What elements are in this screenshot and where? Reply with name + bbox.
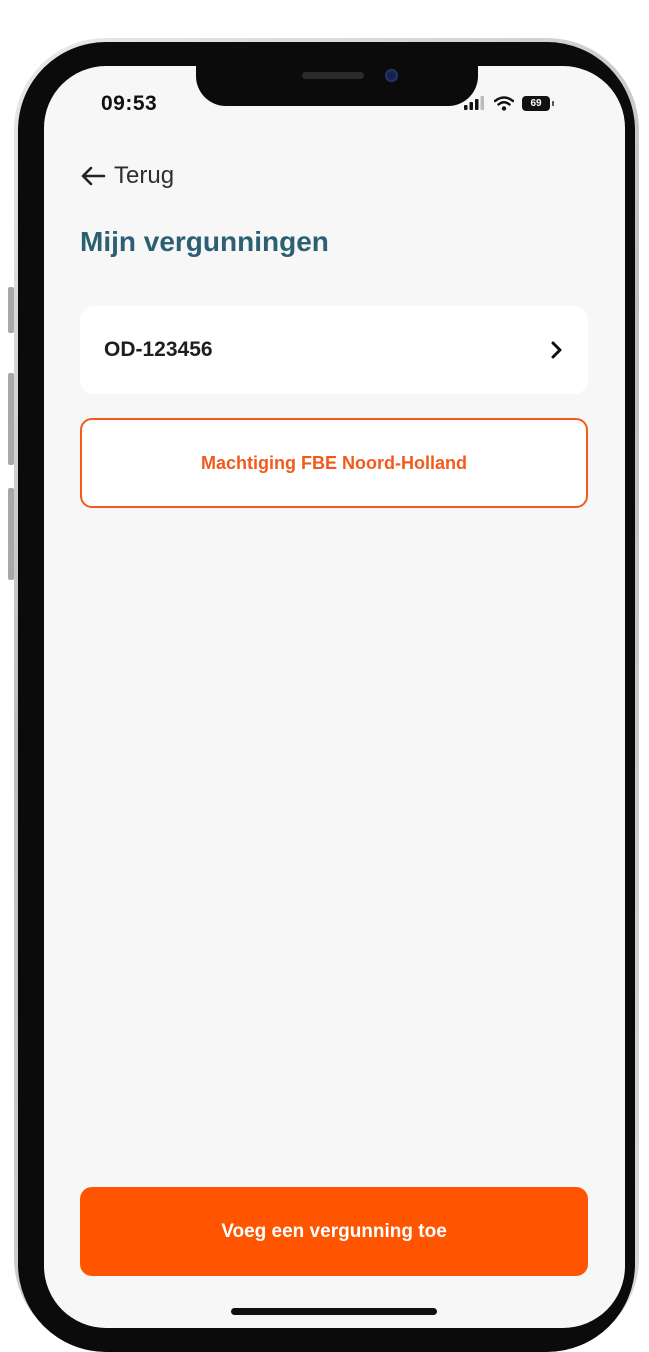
battery-icon: 69	[522, 95, 554, 111]
add-permit-button[interactable]: Voeg een vergunning toe	[80, 1187, 588, 1276]
back-label: Terug	[114, 162, 175, 189]
permit-list-item[interactable]: OD-123456	[80, 306, 588, 394]
arrow-left-icon	[81, 166, 106, 186]
home-indicator[interactable]	[231, 1308, 437, 1315]
silent-switch	[8, 287, 14, 333]
wifi-icon	[494, 95, 514, 111]
permit-id: OD-123456	[104, 338, 213, 361]
status-icons: 69	[464, 92, 554, 114]
page-title: Mijn vergunningen	[80, 226, 329, 257]
status-time: 09:53	[101, 92, 158, 115]
front-camera	[385, 69, 398, 82]
app-screen: 09:53 69 Terug Mijn vergunningen OD-1234…	[44, 66, 625, 1328]
volume-down-button	[8, 488, 14, 580]
notch	[196, 66, 478, 106]
chevron-right-icon	[551, 341, 562, 359]
authorization-button[interactable]: Machtiging FBE Noord-Holland	[80, 418, 588, 508]
signal-icon	[464, 96, 484, 110]
volume-up-button	[8, 373, 14, 465]
earpiece-speaker	[302, 72, 364, 79]
back-button[interactable]: Terug	[80, 162, 174, 190]
